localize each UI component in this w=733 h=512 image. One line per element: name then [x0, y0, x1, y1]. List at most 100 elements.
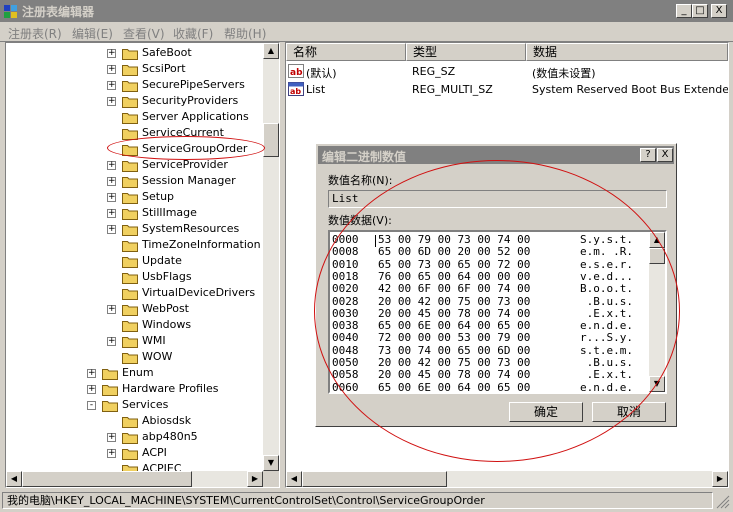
- tree-item[interactable]: VirtualDeviceDrivers: [6, 285, 261, 301]
- hex-vertical-scrollbar[interactable]: ▲ ▼: [649, 232, 665, 392]
- tree-item[interactable]: Windows: [6, 317, 261, 333]
- expand-toggle[interactable]: +: [107, 209, 116, 218]
- hex-address: 0000: [332, 233, 359, 246]
- tree-item[interactable]: + Setup: [6, 189, 261, 205]
- scroll-thumb[interactable]: [649, 248, 665, 264]
- collapse-toggle[interactable]: -: [87, 401, 96, 410]
- tree-item[interactable]: + WebPost: [6, 301, 261, 317]
- dialog-close-button[interactable]: X: [657, 148, 673, 162]
- scroll-up-button[interactable]: ▲: [263, 43, 279, 59]
- menu-registry[interactable]: 注册表(R): [8, 25, 62, 42]
- resize-grip-icon[interactable]: [716, 495, 730, 509]
- scroll-down-button[interactable]: ▼: [649, 376, 665, 392]
- scroll-thumb[interactable]: [22, 471, 192, 487]
- folder-icon: [122, 257, 138, 268]
- expand-toggle[interactable]: +: [107, 433, 116, 442]
- value-row[interactable]: ab List REG_MULTI_SZ System Reserved Boo…: [288, 81, 728, 99]
- tree-item[interactable]: + Session Manager: [6, 173, 261, 189]
- value-data-label: 数值数据(V):: [328, 214, 392, 227]
- tree-horizontal-scrollbar[interactable]: ◀ ▶: [6, 471, 263, 487]
- folder-icon: [122, 353, 138, 364]
- expand-toggle[interactable]: +: [107, 337, 116, 346]
- tree-item[interactable]: Update: [6, 253, 261, 269]
- column-header-name[interactable]: 名称: [286, 43, 406, 61]
- expand-toggle[interactable]: +: [107, 193, 116, 202]
- hex-bytes: 20 00 45 00 78 00 74 00: [378, 306, 531, 320]
- tree-item[interactable]: + SecurityProviders: [6, 93, 261, 109]
- hex-ascii: e.m. .R.: [580, 245, 633, 259]
- tree-item[interactable]: + ScsiPort: [6, 61, 261, 77]
- scroll-down-button[interactable]: ▼: [263, 455, 279, 471]
- tree-item[interactable]: WOW: [6, 349, 261, 365]
- tree-item-label: WOW: [142, 350, 173, 363]
- hex-address: 0020: [332, 282, 359, 296]
- expand-toggle[interactable]: +: [107, 225, 116, 234]
- expand-toggle[interactable]: +: [107, 81, 116, 90]
- scroll-right-button[interactable]: ▶: [712, 471, 728, 487]
- hex-bytes: 65 00 6E 00 64 00 65 00: [378, 319, 531, 333]
- tree-item[interactable]: + abp480n5: [6, 429, 261, 445]
- tree-item-label: WMI: [142, 334, 166, 347]
- menu-edit[interactable]: 编辑(E): [72, 25, 113, 42]
- folder-icon: [122, 161, 138, 172]
- tree-item-label: SafeBoot: [142, 46, 192, 59]
- scroll-thumb[interactable]: [302, 471, 447, 487]
- tree-item[interactable]: ServiceCurrent: [6, 125, 261, 141]
- folder-icon: [122, 129, 138, 140]
- expand-toggle[interactable]: +: [107, 65, 116, 74]
- scroll-right-button[interactable]: ▶: [247, 471, 263, 487]
- close-button[interactable]: X: [711, 4, 727, 18]
- menu-favorites[interactable]: 收藏(F): [173, 25, 213, 42]
- tree-vertical-scrollbar[interactable]: ▲ ▼: [263, 43, 279, 471]
- expand-toggle[interactable]: +: [107, 97, 116, 106]
- tree-item[interactable]: ServiceGroupOrder: [6, 141, 261, 157]
- column-header-type[interactable]: 类型: [406, 43, 526, 61]
- value-row[interactable]: ab (默认) REG_SZ (数值未设置): [288, 63, 728, 81]
- cancel-button[interactable]: 取消: [592, 402, 666, 422]
- expand-toggle[interactable]: +: [107, 177, 116, 186]
- tree-item[interactable]: Server Applications: [6, 109, 261, 125]
- tree-item[interactable]: - Services: [6, 397, 261, 413]
- hex-bytes: 65 00 73 00 65 00 72 00: [378, 257, 531, 271]
- menu-help[interactable]: 帮助(H): [224, 25, 266, 42]
- key-tree-pane[interactable]: + SafeBoot + ScsiPort + SecurePipeServers + Sec…: [5, 42, 280, 488]
- folder-icon: [122, 337, 138, 348]
- expand-toggle[interactable]: +: [107, 305, 116, 314]
- hex-bytes: 20 00 45 00 78 00 74 00: [378, 368, 531, 382]
- ok-button[interactable]: 确定: [509, 402, 583, 422]
- expand-toggle[interactable]: +: [87, 369, 96, 378]
- tree-item[interactable]: + ServiceProvider: [6, 157, 261, 173]
- scroll-left-button[interactable]: ◀: [6, 471, 22, 487]
- expand-toggle[interactable]: +: [107, 161, 116, 170]
- multi-string-value-icon: ab: [288, 82, 304, 96]
- expand-toggle[interactable]: +: [87, 385, 96, 394]
- tree-item[interactable]: + ACPI: [6, 445, 261, 461]
- maximize-button[interactable]: □: [692, 4, 708, 18]
- tree-item[interactable]: + SafeBoot: [6, 45, 261, 61]
- tree-item[interactable]: + SystemResources: [6, 221, 261, 237]
- tree-item[interactable]: + Enum: [6, 365, 261, 381]
- hex-editor[interactable]: 0000 53 00 79 00 73 00 74 00 S.y.s.t. 0008 6…: [328, 230, 667, 394]
- minimize-button[interactable]: _: [676, 4, 692, 18]
- scroll-up-button[interactable]: ▲: [649, 232, 665, 248]
- tree-item[interactable]: UsbFlags: [6, 269, 261, 285]
- tree-item[interactable]: TimeZoneInformation: [6, 237, 261, 253]
- scroll-left-button[interactable]: ◀: [286, 471, 302, 487]
- tree-item[interactable]: + StillImage: [6, 205, 261, 221]
- scroll-thumb[interactable]: [263, 123, 279, 157]
- hex-ascii: .E.x.t.: [580, 368, 633, 382]
- expand-toggle[interactable]: +: [107, 449, 116, 458]
- tree-item[interactable]: + WMI: [6, 333, 261, 349]
- expand-toggle[interactable]: +: [107, 49, 116, 58]
- tree-item[interactable]: + SecurePipeServers: [6, 77, 261, 93]
- value-name-label: 数值名称(N):: [328, 174, 393, 187]
- tree-item[interactable]: Abiosdsk: [6, 413, 261, 429]
- values-horizontal-scrollbar[interactable]: ◀ ▶: [286, 471, 728, 487]
- tree-item-label: ACPI: [142, 446, 167, 459]
- help-button[interactable]: ?: [640, 148, 656, 162]
- folder-icon: [102, 385, 118, 396]
- tree-item[interactable]: + Hardware Profiles: [6, 381, 261, 397]
- column-header-data[interactable]: 数据: [526, 43, 728, 61]
- folder-icon: [122, 65, 138, 76]
- menu-view[interactable]: 查看(V): [123, 25, 165, 42]
